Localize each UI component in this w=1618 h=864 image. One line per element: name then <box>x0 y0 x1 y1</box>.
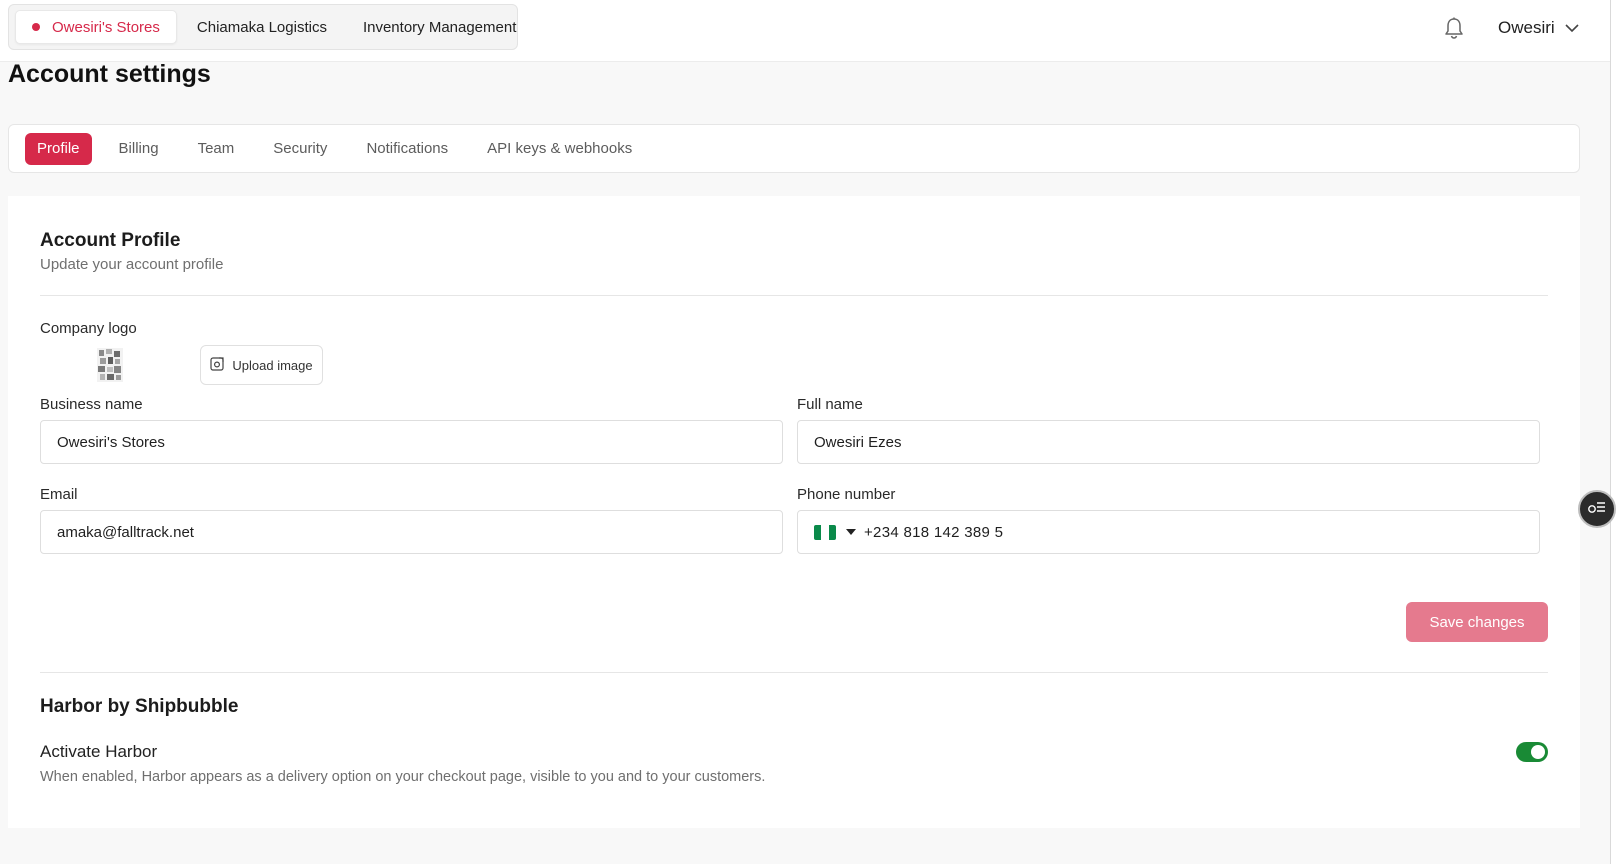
section-title-account-profile: Account Profile <box>40 230 181 251</box>
store-tab-label: Chiamaka Logistics <box>196 18 327 36</box>
country-dropdown-caret-icon[interactable] <box>846 529 856 535</box>
bell-icon[interactable] <box>1443 16 1465 40</box>
profile-card: Account Profile Update your account prof… <box>8 196 1580 828</box>
email-field[interactable] <box>40 510 783 554</box>
floating-task-list-button[interactable] <box>1578 490 1616 528</box>
phone-number-field-wrapper <box>797 510 1540 554</box>
upload-image-button[interactable]: Upload image <box>200 345 323 385</box>
tab-api-keys-webhooks[interactable]: API keys & webhooks <box>475 133 644 165</box>
toggle-knob <box>1531 745 1545 759</box>
task-list-icon <box>1587 499 1607 520</box>
full-name-field[interactable] <box>797 420 1540 464</box>
chevron-down-icon <box>1565 18 1579 38</box>
full-name-label: Full name <box>797 396 863 413</box>
page-title: Account settings <box>8 60 211 88</box>
tab-profile[interactable]: Profile <box>25 132 92 165</box>
divider <box>40 295 1548 296</box>
store-switcher: Owesiri's Stores Chiamaka Logistics Inve… <box>8 4 518 50</box>
store-tab-inventory-management[interactable]: Inventory Management <box>347 10 532 44</box>
store-tab-chiamaka-logistics[interactable]: Chiamaka Logistics <box>181 10 343 44</box>
company-logo-image <box>97 348 123 382</box>
save-changes-button[interactable]: Save changes <box>1406 602 1548 642</box>
upload-image-icon <box>210 356 224 374</box>
user-menu[interactable]: Owesiri <box>1498 16 1579 40</box>
business-name-label: Business name <box>40 396 143 413</box>
divider <box>40 672 1548 673</box>
top-bar: Owesiri's Stores Chiamaka Logistics Inve… <box>0 0 1610 62</box>
store-tab-label: Owesiri's Stores <box>52 18 160 36</box>
tab-security[interactable]: Security <box>261 133 339 165</box>
tab-team[interactable]: Team <box>186 133 247 165</box>
activate-harbor-toggle[interactable] <box>1516 742 1548 762</box>
scrollbar[interactable] <box>1610 0 1618 864</box>
tab-billing[interactable]: Billing <box>107 133 171 165</box>
activate-harbor-description: When enabled, Harbor appears as a delive… <box>40 769 766 785</box>
tab-notifications[interactable]: Notifications <box>354 133 460 165</box>
activate-harbor-label: Activate Harbor <box>40 742 158 761</box>
store-tab-label: Inventory Management <box>362 18 517 36</box>
nigeria-flag-icon <box>814 524 836 540</box>
business-name-field[interactable] <box>40 420 783 464</box>
email-label: Email <box>40 486 78 503</box>
user-name: Owesiri <box>1498 18 1555 37</box>
settings-tabs: Profile Billing Team Security Notificati… <box>8 124 1580 173</box>
phone-number-label: Phone number <box>797 486 896 503</box>
company-logo-label: Company logo <box>40 320 137 337</box>
active-dot-icon <box>32 23 40 31</box>
upload-image-label: Upload image <box>232 357 313 373</box>
store-tab-owesiris-stores[interactable]: Owesiri's Stores <box>15 10 177 44</box>
section-title-harbor: Harbor by Shipbubble <box>40 696 239 717</box>
section-subtitle: Update your account profile <box>40 256 224 273</box>
phone-number-field[interactable] <box>864 523 1464 541</box>
